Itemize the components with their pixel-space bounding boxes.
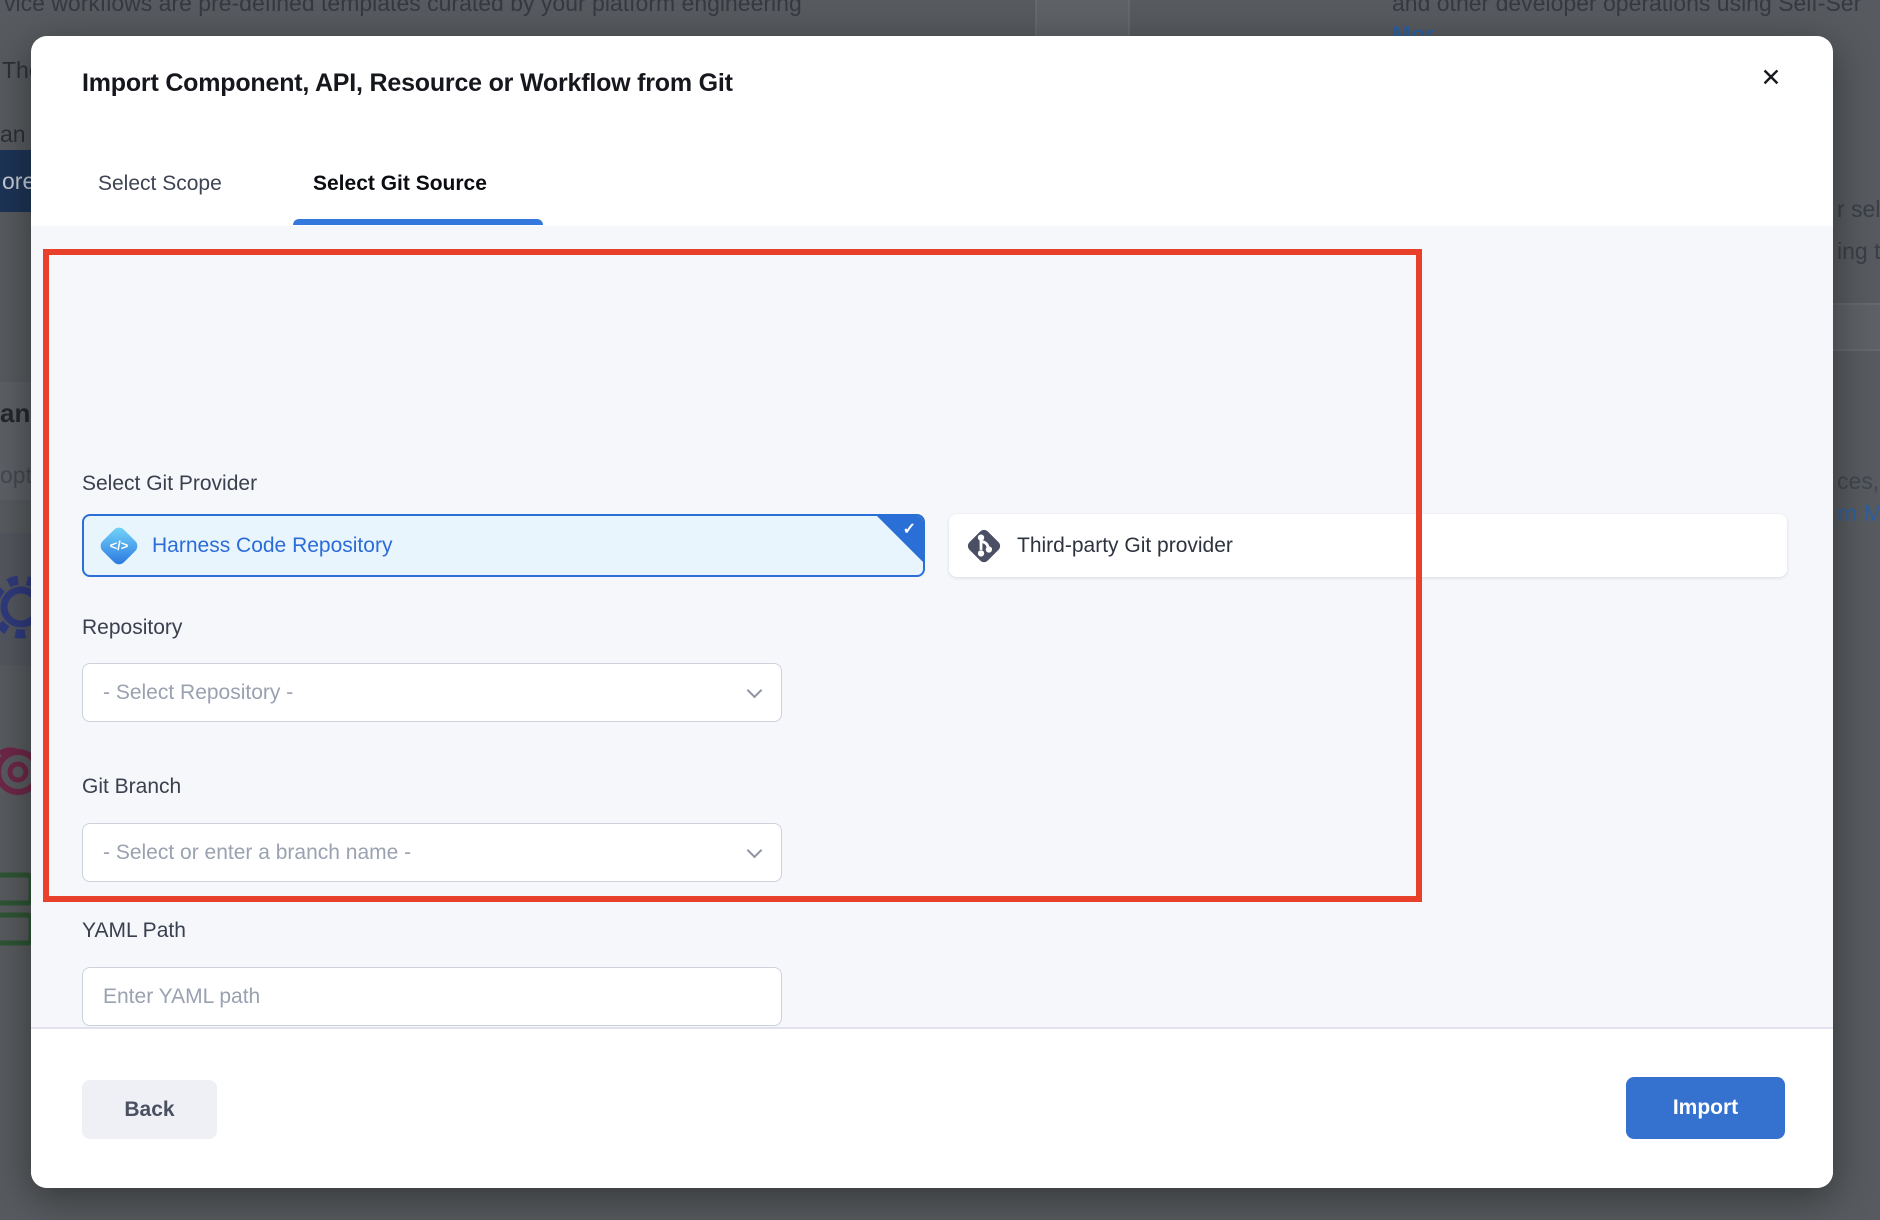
provider-card-third-party[interactable]: Third-party Git provider [949,514,1787,577]
dialog-footer: Back Import [31,1027,1833,1188]
background-column [1037,0,1128,36]
background-row-divider [1833,349,1880,351]
active-tab-underline [293,219,543,225]
background-learn-more-link: rn M [1837,500,1880,527]
provider-card-label: Harness Code Repository [152,534,392,558]
tab-select-scope[interactable]: Select Scope [98,172,222,196]
background-text-top-right: and other developer operations using Sel… [1392,0,1861,17]
tab-select-git-source[interactable]: Select Git Source [313,172,487,196]
import-from-git-dialog: Import Component, API, Resource or Workf… [31,36,1833,1188]
git-branch-label: Git Branch [82,775,181,799]
screen: vice workflows are pre-defined templates… [0,0,1880,1220]
background-text-top-left: vice workflows are pre-defined templates… [4,0,802,17]
dialog-body: Select Git Provider </> Harness Code Rep… [31,226,1833,1027]
background-fragment-text: ces, [1837,468,1879,495]
import-button[interactable]: Import [1626,1077,1785,1139]
close-button[interactable]: ✕ [1749,56,1793,100]
repository-select [82,663,782,722]
git-branch-select [82,823,782,882]
yaml-path-label: YAML Path [82,919,186,943]
yaml-path-field [82,967,782,1026]
git-branch-select-input[interactable] [82,823,782,882]
background-fragment-text: an [0,398,30,429]
harness-code-repository-icon: </> [98,525,140,567]
selected-corner-ribbon [877,516,923,562]
close-icon: ✕ [1761,63,1782,93]
background-fragment-text: ing t [1837,238,1880,265]
background-fragment-text: opt [0,462,32,489]
repository-label: Repository [82,616,182,640]
background-column-divider [1128,0,1130,36]
back-button[interactable]: Back [82,1080,217,1139]
yaml-path-input[interactable] [82,967,782,1026]
git-provider-icon [963,525,1005,567]
git-provider-label: Select Git Provider [82,472,257,496]
check-icon: ✓ [903,519,916,539]
provider-card-harness-code[interactable]: </> Harness Code Repository ✓ [82,514,925,577]
provider-card-label: Third-party Git provider [1017,534,1233,558]
dialog-title: Import Component, API, Resource or Workf… [82,69,733,98]
repository-select-input[interactable] [82,663,782,722]
background-row [1833,305,1880,349]
background-fragment-text: an [0,121,26,148]
background-fragment-text: r sel [1837,196,1880,223]
